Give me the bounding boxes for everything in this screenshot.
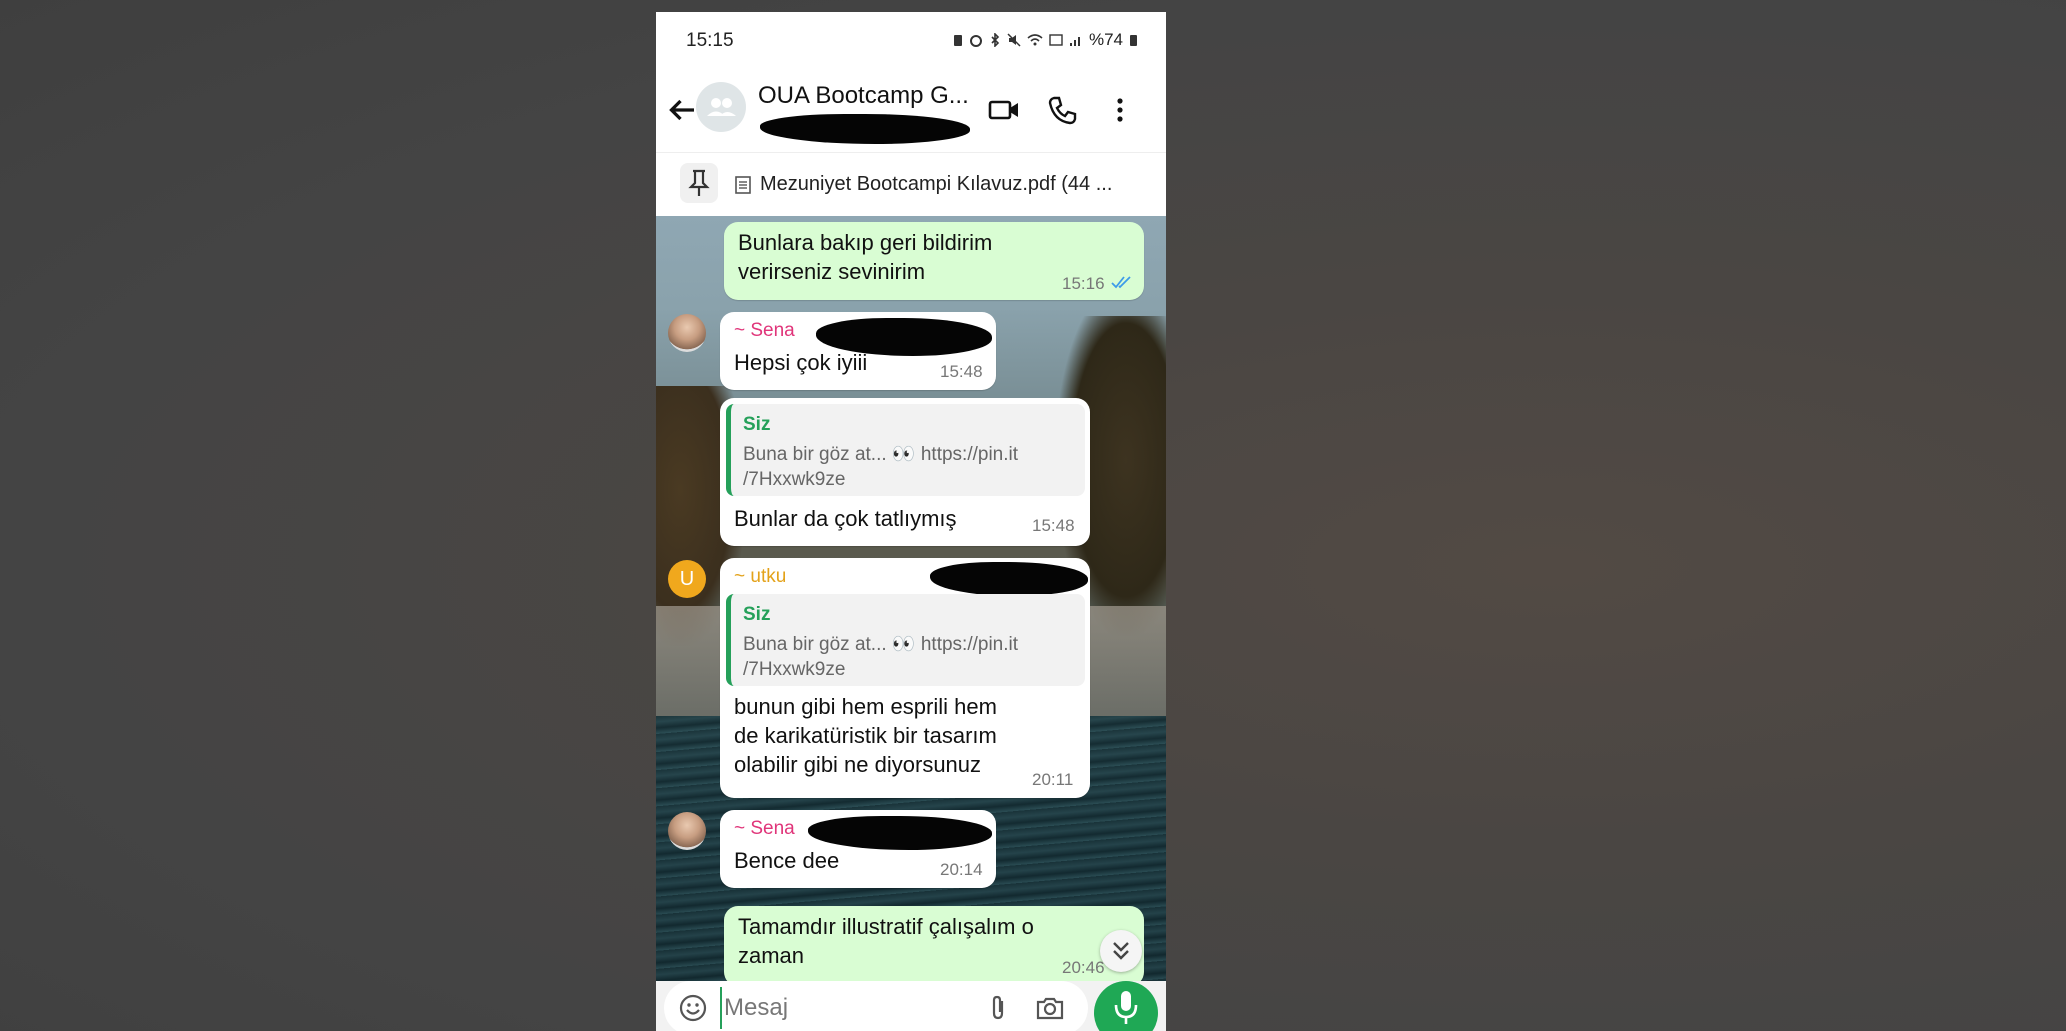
volte-icon (1049, 34, 1063, 46)
chat-header: OUA Bootcamp G... (656, 70, 1166, 152)
message-text: Hepsi çok iyiii (734, 350, 868, 375)
message-text: Bunlar da çok tatlıymış (734, 506, 957, 531)
quote-text-line1: Buna bir göz at... 👀 https://pin.it (743, 444, 1019, 465)
chat-title[interactable]: OUA Bootcamp G... (758, 82, 969, 110)
quoted-message[interactable]: Siz Buna bir göz at... 👀 https://pin.it … (726, 594, 1085, 686)
quote-text-line2: /7Hxxwk9ze (743, 469, 846, 490)
message-time: 20:46 (1062, 958, 1105, 977)
message-text: Tamamdır illustratif çalışalım o (738, 914, 1034, 939)
message-text: Bence dee (734, 848, 840, 873)
chat-area[interactable]: Bunlara bakıp geri bildirim verirseniz s… (656, 216, 1166, 981)
input-bar (656, 981, 1166, 1031)
sender-name[interactable]: ~ utku (734, 566, 786, 588)
alarm-icon (969, 35, 982, 47)
wifi-icon (1027, 34, 1043, 46)
message-text: verirseniz sevinirim (738, 259, 926, 284)
message-time: 15:48 (940, 362, 983, 381)
sender-name[interactable]: ~ Sena (734, 818, 795, 840)
signal-icon (1069, 37, 1080, 46)
message-text: Bunlara bakıp geri bildirim (738, 230, 993, 255)
message-outgoing[interactable]: Tamamdır illustratif çalışalım o zaman 2… (724, 906, 1144, 981)
message-text: de karikatüristik bir tasarım (734, 723, 997, 748)
avatar-sena[interactable] (668, 314, 706, 352)
status-icons: %74 (953, 30, 1138, 50)
mute-icon (1007, 33, 1021, 47)
pinned-file-name: Mezuniyet Bootcampi Kılavuz.pdf (44 ... (760, 173, 1113, 195)
pin-icon[interactable] (680, 163, 718, 203)
status-bar: 15:15 %74 (656, 12, 1166, 70)
microphone-icon (1114, 991, 1138, 1024)
message-incoming[interactable]: ~ utku Siz Buna bir göz at... 👀 https://… (720, 558, 1090, 798)
back-arrow-icon[interactable] (664, 92, 700, 128)
document-icon (735, 176, 751, 194)
message-time: 20:11 (1032, 770, 1074, 789)
double-chevron-down-icon (1113, 942, 1129, 960)
message-incoming[interactable]: Siz Buna bir göz at... 👀 https://pin.it … (720, 398, 1090, 546)
attachment-icon[interactable] (984, 993, 1014, 1023)
quote-author: Siz (743, 604, 771, 625)
message-incoming[interactable]: ~ Sena Bence dee 20:14 (720, 810, 996, 888)
message-outgoing[interactable]: Bunlara bakıp geri bildirim verirseniz s… (724, 222, 1144, 300)
status-time: 15:15 (686, 30, 734, 51)
camera-icon[interactable] (1034, 993, 1066, 1023)
redaction-mark (930, 562, 1088, 596)
group-icon (707, 98, 736, 116)
group-avatar[interactable] (696, 82, 746, 132)
emoji-icon[interactable] (678, 993, 708, 1023)
quote-text-line1: Buna bir göz at... 👀 https://pin.it (743, 634, 1019, 655)
phone-screen: 15:15 %74 OUA Bootcamp G... Mezuniyet Bo… (656, 12, 1166, 1031)
battery-level: %74 (1088, 30, 1123, 49)
quote-text-line2: /7Hxxwk9ze (743, 659, 846, 680)
message-text: zaman (738, 943, 805, 968)
read-ticks-icon (1111, 276, 1131, 289)
quoted-message[interactable]: Siz Buna bir göz at... 👀 https://pin.it … (726, 404, 1085, 496)
message-text: bunun gibi hem esprili hem (734, 694, 997, 719)
pinned-message-bar[interactable]: Mezuniyet Bootcampi Kılavuz.pdf (44 ... (656, 152, 1166, 217)
avatar-sena[interactable] (668, 812, 706, 850)
microphone-button[interactable] (1094, 981, 1158, 1031)
message-input-container[interactable] (664, 981, 1088, 1031)
message-incoming[interactable]: ~ Sena Hepsi çok iyiii 15:48 (720, 312, 996, 390)
message-time: 20:14 (940, 860, 983, 879)
message-input[interactable] (720, 987, 956, 1029)
bluetooth-icon (991, 33, 1000, 47)
battery-icon (1130, 35, 1137, 46)
quote-author: Siz (743, 414, 771, 435)
more-options-icon[interactable] (1100, 90, 1140, 130)
video-call-icon[interactable] (984, 90, 1024, 130)
message-time: 15:48 (1032, 516, 1075, 535)
voice-call-icon[interactable] (1042, 90, 1082, 130)
scroll-to-bottom-button[interactable] (1100, 930, 1142, 972)
message-text: olabilir gibi ne diyorsunuz (734, 752, 982, 777)
avatar-utku[interactable]: U (668, 560, 706, 598)
sender-name[interactable]: ~ Sena (734, 320, 795, 342)
battery-saver-icon (953, 35, 962, 46)
redaction-mark (808, 816, 992, 850)
message-time: 15:16 (1062, 274, 1105, 293)
redaction-mark (760, 114, 970, 144)
